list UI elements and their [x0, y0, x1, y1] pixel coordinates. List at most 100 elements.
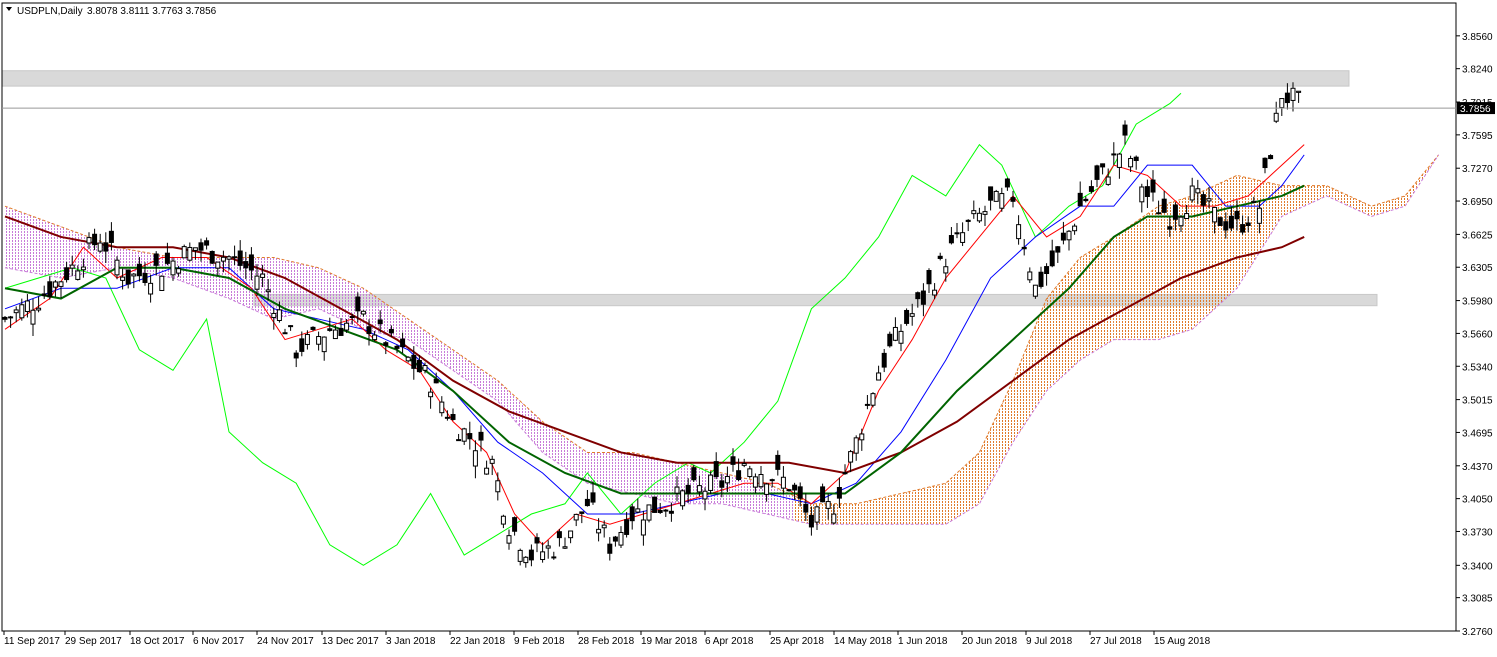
candle-body	[1212, 206, 1218, 223]
cloud-segment	[1029, 325, 1036, 417]
candle-body	[495, 480, 501, 493]
candle-body	[848, 451, 854, 463]
chart-header: USDPLN,Daily 3.8078 3.8111 3.7763 3.7856	[6, 6, 217, 17]
ohlc-values: 3.8078 3.8111 3.7763 3.7856	[87, 6, 217, 17]
cloud-segment	[262, 257, 269, 317]
cloud-segment	[413, 322, 420, 348]
cloud-segment	[1130, 221, 1137, 340]
candle-body	[1010, 197, 1016, 202]
candle-body	[724, 476, 730, 484]
candle-body	[808, 514, 814, 528]
chart-window[interactable]: 3.7856 3.8560 3.8240 3.7915 3.7595 3.7270 3.69…	[0, 0, 1497, 652]
cloud-segment	[38, 218, 45, 275]
cloud-segment	[1315, 185, 1321, 202]
candle-body	[192, 247, 198, 251]
candle-body	[1189, 185, 1195, 201]
candle-body	[948, 235, 954, 244]
cloud-segment	[335, 275, 341, 320]
candle-body	[579, 511, 585, 514]
candle-body	[624, 519, 630, 535]
cloud-segment	[1169, 201, 1176, 337]
candle-body	[596, 528, 602, 534]
candle-body	[792, 484, 798, 491]
candle-body	[422, 365, 428, 371]
candle-body	[1195, 188, 1201, 194]
cloud-segment	[957, 467, 963, 518]
candle-body	[170, 260, 176, 276]
candle-body	[562, 546, 568, 549]
candle-body	[573, 513, 579, 521]
cloud-segment	[397, 311, 403, 339]
candle-body	[685, 484, 691, 494]
candle-body	[1122, 124, 1128, 136]
chart-svg[interactable]: 3.78563.85603.82403.79153.75953.72703.69…	[0, 0, 1497, 652]
cloud-segment	[542, 421, 549, 457]
candle-body	[814, 506, 820, 523]
candle-body	[1083, 198, 1089, 202]
candle-body	[19, 304, 25, 319]
cloud-segment	[1097, 243, 1103, 350]
candle-body	[965, 219, 971, 222]
candle-body	[254, 275, 260, 290]
x-tick-label: 6 Apr 2018	[705, 636, 754, 647]
candle-body	[148, 282, 154, 295]
candle-body	[764, 483, 770, 495]
candle-body	[265, 289, 271, 293]
y-tick-label: 3.8560	[1462, 32, 1493, 43]
cloud-segment	[1192, 193, 1198, 330]
candle-body	[1279, 98, 1285, 109]
candle-body	[293, 352, 299, 359]
cloud-segment	[570, 440, 577, 476]
x-tick-label: 3 Jan 2018	[386, 636, 436, 647]
candle-body	[971, 210, 977, 215]
candle-body	[1021, 246, 1027, 250]
cloud-segment	[1153, 206, 1159, 340]
candle-body	[842, 472, 848, 475]
candle-body	[652, 496, 658, 513]
cloud-segment	[1203, 188, 1209, 320]
cloud-segment	[615, 452, 621, 491]
cloud-segment	[1197, 190, 1204, 325]
candle-body	[517, 549, 523, 562]
y-tick-label: 3.3730	[1462, 527, 1493, 538]
candle-body	[1016, 224, 1022, 240]
candle-body	[1116, 153, 1122, 168]
candle-body	[232, 256, 238, 259]
cloud-segment	[839, 503, 845, 525]
candle-body	[556, 531, 562, 539]
candle-body	[1088, 186, 1094, 192]
candle-body	[131, 273, 137, 277]
candle-body	[321, 336, 327, 353]
candle-body	[125, 269, 131, 285]
candle-body	[47, 281, 53, 298]
cloud-segment	[665, 460, 672, 503]
triangle-down-icon[interactable]	[6, 7, 12, 11]
cloud-segment	[553, 429, 560, 464]
cloud-segment	[1399, 195, 1405, 208]
x-tick-label: 18 Oct 2017	[130, 636, 185, 647]
candle-body	[1262, 157, 1268, 169]
cloud-segment	[1270, 183, 1277, 235]
candle-body	[982, 211, 988, 215]
candle-body	[1100, 163, 1106, 168]
cloud-segment	[341, 278, 347, 322]
candle-body	[1184, 213, 1190, 219]
candle-body	[892, 326, 898, 341]
x-tick-label: 13 Dec 2017	[322, 636, 379, 647]
candle-body	[248, 254, 254, 271]
candle-body	[1044, 266, 1050, 274]
candle-body	[870, 393, 876, 406]
candle-body	[612, 536, 618, 542]
candle-body	[13, 309, 19, 314]
x-tick-label: 6 Nov 2017	[193, 636, 245, 647]
x-tick-label: 20 Jun 2018	[962, 636, 1017, 647]
candle-body	[876, 372, 882, 381]
candle-body	[388, 329, 394, 334]
candle-body	[394, 345, 400, 349]
cloud-segment	[649, 456, 655, 499]
plot-frame	[1, 2, 1457, 632]
candle-body	[372, 334, 378, 341]
candle-body	[215, 261, 221, 269]
cloud-segment	[951, 472, 957, 521]
cloud-segment	[934, 484, 941, 525]
